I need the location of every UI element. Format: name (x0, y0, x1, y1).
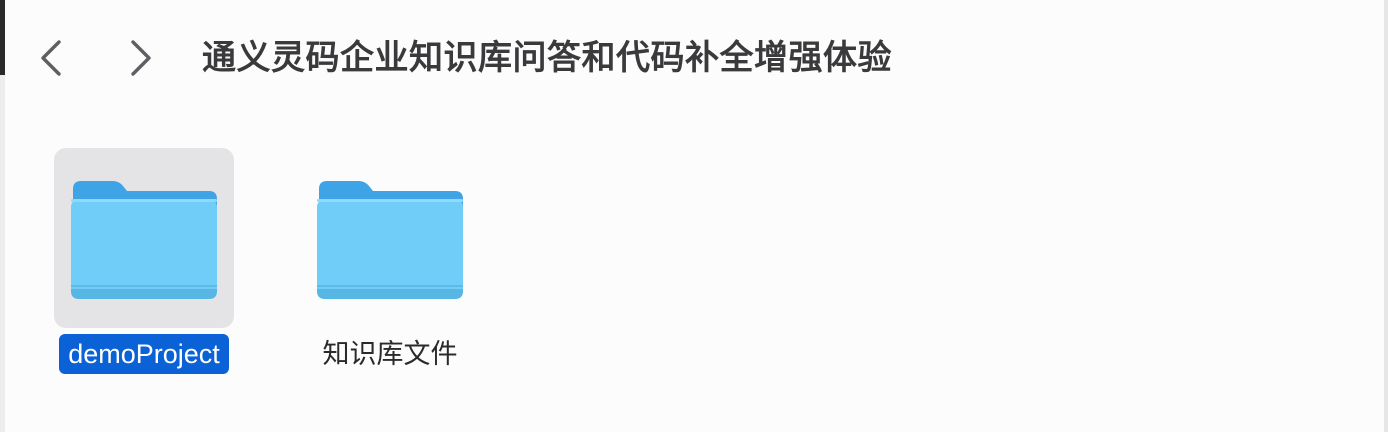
chevron-right-icon (131, 40, 151, 76)
finder-toolbar: 通义灵码企业知识库问答和代码补全增强体验 (0, 0, 1384, 112)
folder-label: demoProject (59, 334, 229, 374)
folder-item-demoproject[interactable]: demoProject (44, 148, 244, 374)
forward-button[interactable] (126, 38, 156, 78)
folder-icon-tile (54, 148, 234, 328)
folder-icon-tile (300, 148, 480, 328)
folder-icon (317, 181, 463, 299)
back-button[interactable] (36, 38, 66, 78)
window-title: 通义灵码企业知识库问答和代码补全增强体验 (202, 39, 892, 77)
window-right-edge (1384, 0, 1388, 432)
folder-contents-area: demoProject 知识库文件 (0, 112, 1384, 432)
chevron-left-icon (41, 40, 61, 76)
folder-label: 知识库文件 (322, 339, 458, 369)
folder-item-knowledge-base[interactable]: 知识库文件 (290, 148, 490, 374)
folder-icon (71, 181, 217, 299)
